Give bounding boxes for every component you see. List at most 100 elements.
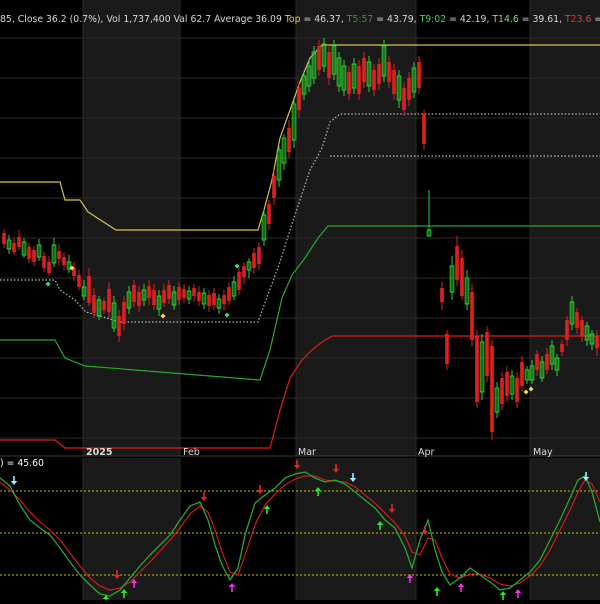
candle-body — [372, 70, 376, 90]
candle — [42, 252, 46, 272]
candle-body — [32, 250, 36, 262]
candle-body — [132, 285, 136, 302]
candle — [267, 200, 271, 230]
candle-body — [212, 293, 216, 305]
candle — [197, 286, 201, 306]
candle — [490, 340, 494, 440]
candle — [12, 238, 16, 255]
signal-diamond — [523, 389, 529, 395]
candle-body — [12, 243, 16, 252]
candle — [287, 120, 291, 158]
candle — [460, 250, 464, 300]
candle — [520, 356, 524, 392]
candle — [186, 286, 192, 304]
info-segment: = 43.79, — [373, 14, 420, 25]
candle-body — [117, 316, 121, 336]
candle-body — [162, 290, 166, 303]
candle — [246, 258, 252, 278]
candle — [47, 256, 51, 276]
signal-arrow-down — [200, 492, 208, 501]
candle — [201, 288, 207, 309]
candle-body — [27, 247, 31, 259]
candle-body — [102, 301, 106, 310]
candle-body — [565, 320, 569, 340]
candle — [227, 283, 231, 305]
candle — [445, 330, 449, 370]
candle-body — [327, 52, 331, 78]
candle — [515, 372, 519, 408]
candle-body — [575, 312, 579, 328]
candle-body — [62, 257, 66, 265]
candle — [182, 284, 186, 303]
candle-body — [182, 289, 186, 298]
info-segment: T5:57 — [346, 14, 374, 25]
candle-body — [272, 176, 276, 198]
candle-body — [500, 378, 504, 404]
candle — [2, 229, 6, 248]
candle-body — [177, 287, 181, 300]
candle-body — [207, 295, 211, 306]
candle-body — [470, 292, 474, 340]
stock-chart[interactable]: 2025 Feb Mar Apr May 85, Close 36.2 (0.7%), … — [0, 0, 600, 604]
candle-body — [2, 233, 6, 244]
candle-body — [377, 64, 381, 84]
candle — [27, 243, 31, 263]
candle-body — [147, 286, 151, 298]
candle-body — [267, 204, 271, 224]
candle-body — [392, 70, 396, 94]
chart-canvas[interactable]: 2025 Feb Mar Apr May — [0, 0, 600, 604]
candle — [237, 266, 241, 295]
info-segment: = 42.19, — [446, 14, 493, 25]
candle — [417, 56, 421, 94]
candle-body — [475, 336, 479, 402]
month-band — [530, 0, 600, 456]
candle — [66, 255, 72, 273]
signal-arrow-up — [228, 583, 236, 592]
candle — [500, 372, 504, 410]
candle-body — [222, 295, 226, 304]
candle — [281, 134, 287, 170]
candle — [494, 382, 500, 418]
candle — [57, 244, 61, 266]
candle-body — [197, 292, 201, 301]
candle-body — [77, 275, 81, 287]
candle-body — [122, 302, 126, 324]
candle-body — [92, 295, 96, 313]
candle-body — [490, 346, 494, 432]
info-segment: T23.6 — [564, 14, 592, 25]
x-axis-label: Apr — [418, 447, 435, 458]
candle-body — [535, 354, 539, 370]
info-segment: = 39.61, — [518, 14, 565, 25]
candle-body — [167, 285, 171, 299]
candle-body — [580, 320, 584, 336]
candle — [51, 238, 57, 267]
info-segment: 85, Close 36.2 (0.7%), Vol 1,737,400 Val… — [0, 14, 285, 25]
month-band — [83, 458, 180, 600]
candle — [505, 366, 509, 402]
candle-body — [47, 262, 51, 273]
candle — [455, 236, 459, 286]
candle-body — [257, 247, 261, 264]
candle-body — [560, 344, 564, 352]
candle — [21, 238, 27, 258]
candle-body — [422, 114, 426, 144]
oscillator-label: ) = 45.60 — [0, 458, 44, 469]
month-band — [83, 0, 180, 456]
candle-body — [57, 251, 61, 259]
candle-body — [252, 253, 256, 268]
info-segment: Top — [284, 14, 301, 25]
month-band — [530, 458, 600, 600]
info-segment: = 46.37, — [300, 14, 347, 25]
candle-body — [317, 46, 321, 70]
candle-body — [402, 88, 406, 110]
candle-body — [387, 62, 391, 82]
candle-body — [227, 287, 231, 301]
signal-arrow-up — [514, 589, 522, 598]
candle — [216, 294, 222, 314]
candle-body — [440, 288, 444, 302]
candle — [485, 326, 489, 382]
candle — [422, 110, 426, 150]
candle — [291, 100, 297, 148]
signal-arrow-up — [433, 587, 441, 596]
info-segment: = 35.42, — [594, 14, 600, 25]
